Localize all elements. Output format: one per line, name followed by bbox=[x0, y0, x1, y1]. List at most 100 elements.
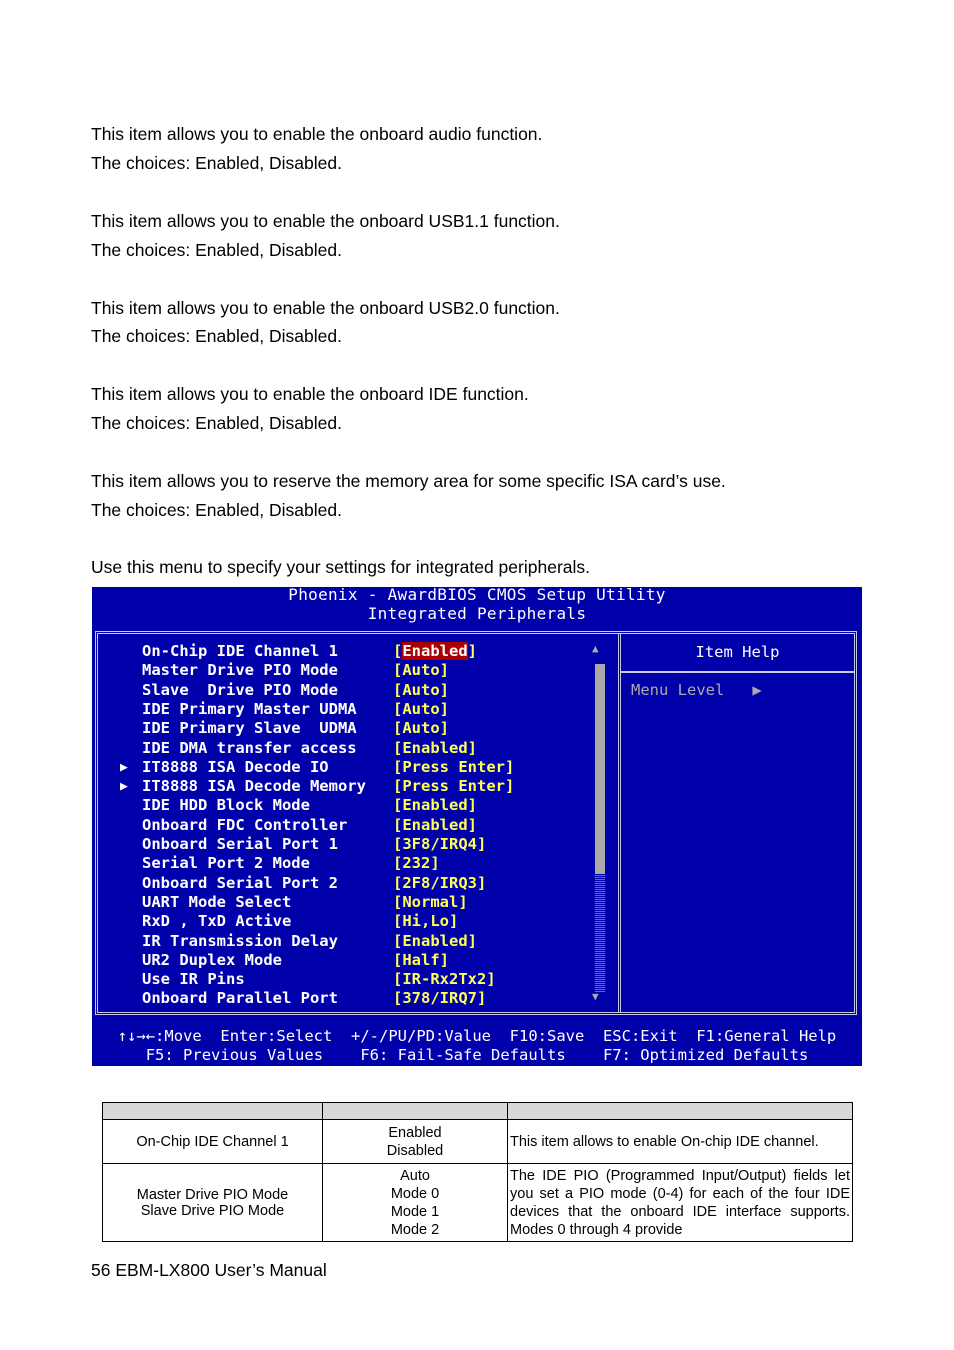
cell-item: On-Chip IDE Channel 1 bbox=[102, 1119, 323, 1164]
setting-row[interactable]: IR Transmission Delay [Enabled] bbox=[98, 932, 598, 951]
setting-row[interactable]: UR2 Duplex Mode [Half] bbox=[98, 951, 598, 970]
setting-row[interactable]: IDE Primary Slave UDMA [Auto] bbox=[98, 719, 598, 738]
setting-label: IDE Primary Slave UDMA bbox=[142, 719, 357, 738]
item-name: On-Chip IDE Channel 1 bbox=[136, 1133, 289, 1150]
setting-value[interactable]: [Enabled] bbox=[393, 932, 477, 951]
selected-value-highlight[interactable]: Enabled bbox=[402, 642, 468, 660]
option: Auto bbox=[400, 1167, 430, 1184]
setting-value[interactable]: [Auto] bbox=[393, 681, 449, 700]
option: Mode 1 bbox=[390, 1203, 440, 1220]
submenu-arrow-icon: ▶ bbox=[120, 779, 128, 795]
menu-level: Menu Level ▶ bbox=[631, 681, 762, 699]
setting-label: Onboard Parallel Port bbox=[142, 989, 338, 1008]
setting-row[interactable]: IDE HDD Block Mode [Enabled] bbox=[98, 796, 598, 815]
setting-row[interactable]: On-Chip IDE Channel 1 [Enabled] bbox=[98, 642, 598, 661]
setting-value[interactable]: [Enabled] bbox=[393, 642, 477, 661]
scrollbar-track[interactable] bbox=[595, 874, 605, 992]
setting-value[interactable]: [2F8/IRQ3] bbox=[393, 874, 486, 893]
setting-label: IT8888 ISA Decode Memory bbox=[142, 777, 366, 796]
setting-row[interactable]: RxD , TxD Active [Hi,Lo] bbox=[98, 912, 598, 931]
setting-row[interactable]: Slave Drive PIO Mode [Auto] bbox=[98, 681, 598, 700]
setting-label: IT8888 ISA Decode IO bbox=[142, 757, 329, 776]
setting-value[interactable]: [Press Enter] bbox=[393, 777, 514, 796]
scroll-up-icon[interactable]: ▲ bbox=[592, 642, 599, 655]
setting-label: IDE Primary Master UDMA bbox=[142, 699, 357, 718]
paragraph-text: This item allows you to enable the onboa… bbox=[91, 124, 543, 144]
setting-row[interactable]: Onboard Parallel Port [378/IRQ7] bbox=[98, 989, 598, 1008]
cell-options: Auto Mode 0 Mode 1 Mode 2 bbox=[322, 1163, 508, 1242]
setting-row[interactable]: Use IR Pins [IR-Rx2Tx2] bbox=[98, 970, 598, 989]
paragraph-text: This item allows you to enable the onboa… bbox=[91, 298, 560, 318]
item-help-title: Item Help bbox=[695, 643, 780, 661]
paragraph-text: This item allows you to enable the onboa… bbox=[91, 384, 529, 404]
header-description bbox=[507, 1102, 853, 1120]
setting-label: Master Drive PIO Mode bbox=[142, 661, 338, 680]
paragraph-choices: The choices: Enabled, Disabled. bbox=[91, 413, 342, 433]
setting-value[interactable]: [Auto] bbox=[393, 719, 449, 738]
paragraph-choices: The choices: Enabled, Disabled. bbox=[91, 326, 342, 346]
help-divider bbox=[621, 671, 854, 673]
bios-screenshot: Phoenix - AwardBIOS CMOS Setup Utility I… bbox=[92, 585, 862, 1066]
setting-row[interactable]: Serial Port 2 Mode [232] bbox=[98, 854, 598, 873]
setting-value[interactable]: [IR-Rx2Tx2] bbox=[393, 970, 496, 989]
setting-row[interactable]: Master Drive PIO Mode [Auto] bbox=[98, 661, 598, 680]
paragraph-text: This item allows you to enable the onboa… bbox=[91, 211, 560, 231]
item-name: Slave Drive PIO Mode bbox=[140, 1202, 285, 1219]
setting-value[interactable]: [Press Enter] bbox=[393, 758, 514, 777]
option: Disabled bbox=[386, 1142, 444, 1159]
bios-footer-defaults: F5: Previous Values F6: Fail-Safe Defaul… bbox=[145, 1046, 809, 1064]
setting-row[interactable]: UART Mode Select [Normal] bbox=[98, 893, 598, 912]
setting-label: On-Chip IDE Channel 1 bbox=[142, 642, 338, 660]
setting-row[interactable]: ▶ IT8888 ISA Decode IO [Press Enter] bbox=[98, 758, 598, 777]
scrollbar-thumb[interactable] bbox=[595, 664, 605, 874]
setting-value[interactable]: [Enabled] bbox=[393, 739, 477, 758]
scroll-down-icon[interactable]: ▼ bbox=[592, 990, 599, 1003]
setting-label: Onboard FDC Controller bbox=[142, 815, 348, 834]
setting-label: Onboard Serial Port 2 bbox=[142, 873, 338, 892]
setting-row[interactable]: IDE DMA transfer access [Enabled] bbox=[98, 739, 598, 758]
table-header-row bbox=[102, 1102, 853, 1120]
setting-label: IDE HDD Block Mode bbox=[142, 796, 310, 815]
paragraph-text: This item allows you to reserve the memo… bbox=[91, 471, 726, 491]
setting-label: RxD , TxD Active bbox=[142, 912, 292, 931]
settings-table: On-Chip IDE Channel 1 Enabled Disabled T… bbox=[102, 1102, 853, 1242]
setting-row[interactable]: IDE Primary Master UDMA [Auto] bbox=[98, 700, 598, 719]
header-item bbox=[102, 1102, 323, 1120]
setting-label: Use IR Pins bbox=[142, 970, 245, 989]
cell-description: This item allows to enable On-chip IDE c… bbox=[507, 1119, 853, 1164]
setting-value[interactable]: [Auto] bbox=[393, 700, 449, 719]
setting-label: Onboard Serial Port 1 bbox=[142, 835, 338, 853]
setting-value[interactable]: [Normal] bbox=[393, 893, 468, 912]
setting-value[interactable]: [Enabled] bbox=[393, 816, 477, 835]
setting-row[interactable]: ▶ IT8888 ISA Decode Memory [Press Enter] bbox=[98, 777, 598, 796]
option: Mode 0 bbox=[390, 1185, 440, 1202]
setting-row[interactable]: Onboard Serial Port 1 [3F8/IRQ4] bbox=[98, 835, 598, 854]
panel-divider bbox=[618, 634, 621, 1012]
setting-row[interactable]: Onboard FDC Controller [Enabled] bbox=[98, 816, 598, 835]
setting-label: IDE DMA transfer access bbox=[142, 738, 357, 757]
paragraph-choices: The choices: Enabled, Disabled. bbox=[91, 240, 342, 260]
setting-label: Slave Drive PIO Mode bbox=[142, 680, 338, 699]
setting-value[interactable]: [378/IRQ7] bbox=[393, 989, 486, 1008]
setting-label: IR Transmission Delay bbox=[142, 931, 338, 950]
header-options bbox=[322, 1102, 508, 1120]
cell-options: Enabled Disabled bbox=[322, 1119, 508, 1164]
setting-value[interactable]: [Enabled] bbox=[393, 796, 477, 815]
paragraph-choices: The choices: Enabled, Disabled. bbox=[91, 500, 342, 520]
cell-item: Master Drive PIO Mode Slave Drive PIO Mo… bbox=[102, 1163, 323, 1242]
cell-description: The IDE PIO (Programmed Input/Output) fi… bbox=[507, 1163, 853, 1242]
paragraph-choices: The choices: Enabled, Disabled. bbox=[91, 153, 342, 173]
setting-value[interactable]: [Hi,Lo] bbox=[393, 912, 458, 931]
table-row: Master Drive PIO Mode Slave Drive PIO Mo… bbox=[102, 1163, 853, 1242]
setting-value[interactable]: [3F8/IRQ4] bbox=[393, 835, 486, 854]
page-footer: 56 EBM-LX800 User’s Manual bbox=[91, 1260, 327, 1280]
bios-subtitle: Integrated Peripherals bbox=[367, 604, 587, 623]
intro-text: Use this menu to specify your settings f… bbox=[91, 557, 590, 577]
setting-value[interactable]: [232] bbox=[393, 854, 440, 873]
setting-row[interactable]: Onboard Serial Port 2 [2F8/IRQ3] bbox=[98, 874, 598, 893]
setting-value[interactable]: [Auto] bbox=[393, 661, 449, 680]
submenu-arrow-icon: ▶ bbox=[120, 759, 128, 775]
setting-value[interactable]: [Half] bbox=[393, 951, 449, 970]
bios-footer-keys: ↑↓→←:Move Enter:Select +/-/PU/PD:Value F… bbox=[117, 1027, 837, 1045]
option: Mode 2 bbox=[390, 1221, 440, 1238]
